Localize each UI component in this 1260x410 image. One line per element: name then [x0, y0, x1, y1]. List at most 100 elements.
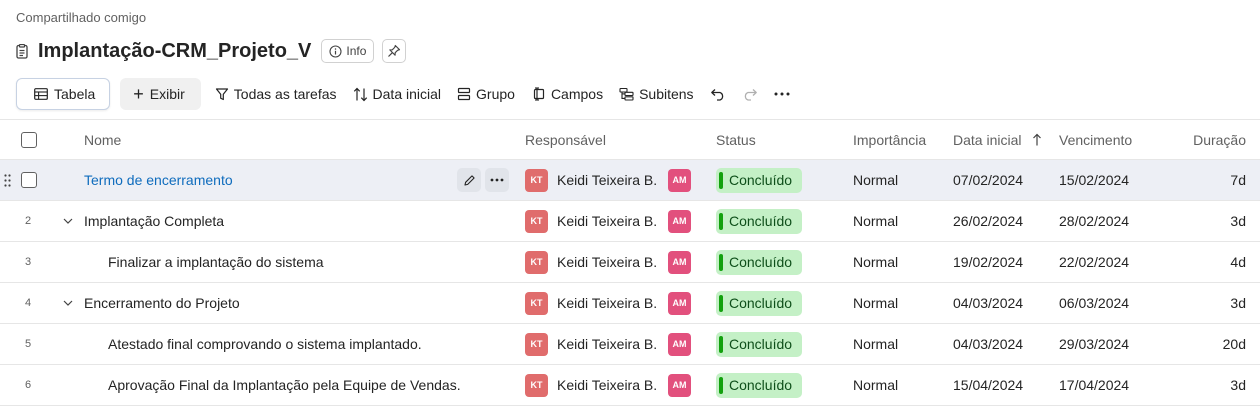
- group-icon: [457, 87, 471, 101]
- owner-name[interactable]: Keidi Teixeira B.: [557, 242, 657, 282]
- importance-value[interactable]: Normal: [853, 201, 898, 241]
- due-date[interactable]: 28/02/2024: [1059, 201, 1129, 241]
- status-pill: Concluído: [716, 249, 802, 275]
- start-date[interactable]: 19/02/2024: [953, 242, 1023, 282]
- table-row[interactable]: Termo de encerramento KT Keidi Teixeira B.…: [0, 160, 1260, 201]
- due-date[interactable]: 17/04/2024: [1059, 365, 1129, 405]
- avatar-initials: AM: [668, 209, 691, 233]
- column-header-start[interactable]: Data inicial: [953, 120, 1042, 159]
- status-badge[interactable]: Concluído: [716, 324, 802, 364]
- table-row[interactable]: 2 Implantação Completa KT Keidi Teixeira B.…: [0, 201, 1260, 242]
- avatar[interactable]: KT: [525, 201, 548, 241]
- avatar[interactable]: KT: [525, 365, 548, 405]
- owner-name[interactable]: Keidi Teixeira B.: [557, 283, 657, 323]
- owner-name[interactable]: Keidi Teixeira B.: [557, 324, 657, 364]
- due-date[interactable]: 15/02/2024: [1059, 160, 1129, 200]
- due-date[interactable]: 29/03/2024: [1059, 324, 1129, 364]
- duration-value[interactable]: 7d: [1230, 160, 1246, 200]
- more-options-button[interactable]: [774, 92, 790, 96]
- column-header-duration[interactable]: Duração: [1193, 120, 1246, 159]
- exibir-button[interactable]: + Exibir: [120, 78, 201, 110]
- task-name[interactable]: Implantação Completa: [84, 201, 224, 241]
- row-more-button[interactable]: [485, 160, 509, 200]
- column-header-name[interactable]: Nome: [84, 120, 121, 159]
- status-badge[interactable]: Concluído: [716, 201, 802, 241]
- info-button[interactable]: Info: [321, 39, 375, 63]
- duration-value[interactable]: 4d: [1230, 242, 1246, 282]
- table-row[interactable]: 5 Atestado final comprovando o sistema im…: [0, 324, 1260, 365]
- table-icon: [34, 88, 48, 100]
- filter-button[interactable]: Todas as tarefas: [215, 86, 337, 102]
- table-row[interactable]: 3 Finalizar a implantação do sistema KT Kei…: [0, 242, 1260, 283]
- avatar[interactable]: AM: [668, 283, 691, 323]
- breadcrumb[interactable]: Compartilhado comigo: [16, 10, 146, 25]
- table-row[interactable]: 4 Encerramento do Projeto KT Keidi Teixeira…: [0, 283, 1260, 324]
- column-header-owner[interactable]: Responsável: [525, 120, 606, 159]
- task-name[interactable]: Termo de encerramento: [84, 160, 233, 200]
- start-date[interactable]: 15/04/2024: [953, 365, 1023, 405]
- row-checkbox[interactable]: [21, 160, 37, 200]
- task-name[interactable]: Finalizar a implantação do sistema: [108, 242, 324, 282]
- chevron-down-icon[interactable]: [63, 201, 73, 241]
- avatar[interactable]: AM: [668, 201, 691, 241]
- avatar[interactable]: AM: [668, 365, 691, 405]
- owner-name[interactable]: Keidi Teixeira B.: [557, 160, 657, 200]
- column-header-due[interactable]: Vencimento: [1059, 120, 1132, 159]
- row-number: 4: [25, 297, 32, 309]
- duration-value[interactable]: 3d: [1230, 201, 1246, 241]
- column-header-importance[interactable]: Importância: [853, 120, 926, 159]
- importance-value[interactable]: Normal: [853, 324, 898, 364]
- table-view-label: Tabela: [54, 86, 96, 102]
- importance-value[interactable]: Normal: [853, 365, 898, 405]
- owner-name[interactable]: Keidi Teixeira B.: [557, 201, 657, 241]
- importance-value[interactable]: Normal: [853, 160, 898, 200]
- status-pill: Concluído: [716, 167, 802, 193]
- avatar[interactable]: AM: [668, 324, 691, 364]
- avatar[interactable]: AM: [668, 242, 691, 282]
- owner-name[interactable]: Keidi Teixeira B.: [557, 365, 657, 405]
- toolbar: Tabela + Exibir Todas as tarefas Data in…: [16, 78, 806, 110]
- column-header-status[interactable]: Status: [716, 120, 756, 159]
- group-button[interactable]: Grupo: [457, 86, 515, 102]
- duration-value[interactable]: 20d: [1223, 324, 1246, 364]
- importance-value[interactable]: Normal: [853, 242, 898, 282]
- task-name[interactable]: Aprovação Final da Implantação pela Equi…: [108, 365, 461, 405]
- subitems-button[interactable]: Subitens: [619, 86, 694, 102]
- drag-handle-icon[interactable]: [4, 160, 11, 200]
- chevron-down-icon[interactable]: [63, 283, 73, 323]
- avatar[interactable]: KT: [525, 242, 548, 282]
- status-label: Concluído: [729, 213, 793, 229]
- task-name[interactable]: Atestado final comprovando o sistema imp…: [108, 324, 422, 364]
- table-view-button[interactable]: Tabela: [16, 78, 111, 110]
- avatar[interactable]: KT: [525, 283, 548, 323]
- status-pill: Concluído: [716, 208, 802, 234]
- select-all-checkbox[interactable]: [21, 120, 37, 159]
- duration-value[interactable]: 3d: [1230, 283, 1246, 323]
- avatar[interactable]: KT: [525, 160, 548, 200]
- fields-button[interactable]: Campos: [531, 86, 603, 102]
- status-indicator: [719, 253, 723, 271]
- start-date[interactable]: 04/03/2024: [953, 324, 1023, 364]
- table-row[interactable]: 6 Aprovação Final da Implantação pela Equ…: [0, 365, 1260, 406]
- status-badge[interactable]: Concluído: [716, 365, 802, 405]
- avatar[interactable]: AM: [668, 160, 691, 200]
- importance-value[interactable]: Normal: [853, 283, 898, 323]
- status-badge[interactable]: Concluído: [716, 283, 802, 323]
- status-badge[interactable]: Concluído: [716, 242, 802, 282]
- duration-value[interactable]: 3d: [1230, 365, 1246, 405]
- pin-button[interactable]: [382, 39, 407, 63]
- start-date[interactable]: 26/02/2024: [953, 201, 1023, 241]
- start-date[interactable]: 07/02/2024: [953, 160, 1023, 200]
- due-date[interactable]: 22/02/2024: [1059, 242, 1129, 282]
- due-date[interactable]: 06/03/2024: [1059, 283, 1129, 323]
- undo-button[interactable]: [710, 87, 726, 101]
- edit-button[interactable]: [457, 160, 481, 200]
- sort-button[interactable]: Data inicial: [353, 86, 441, 102]
- status-label: Concluído: [729, 295, 793, 311]
- avatar-initials: KT: [525, 250, 548, 274]
- status-badge[interactable]: Concluído: [716, 160, 802, 200]
- start-date[interactable]: 04/03/2024: [953, 283, 1023, 323]
- avatar[interactable]: KT: [525, 324, 548, 364]
- redo-button[interactable]: [742, 87, 758, 101]
- task-name[interactable]: Encerramento do Projeto: [84, 283, 240, 323]
